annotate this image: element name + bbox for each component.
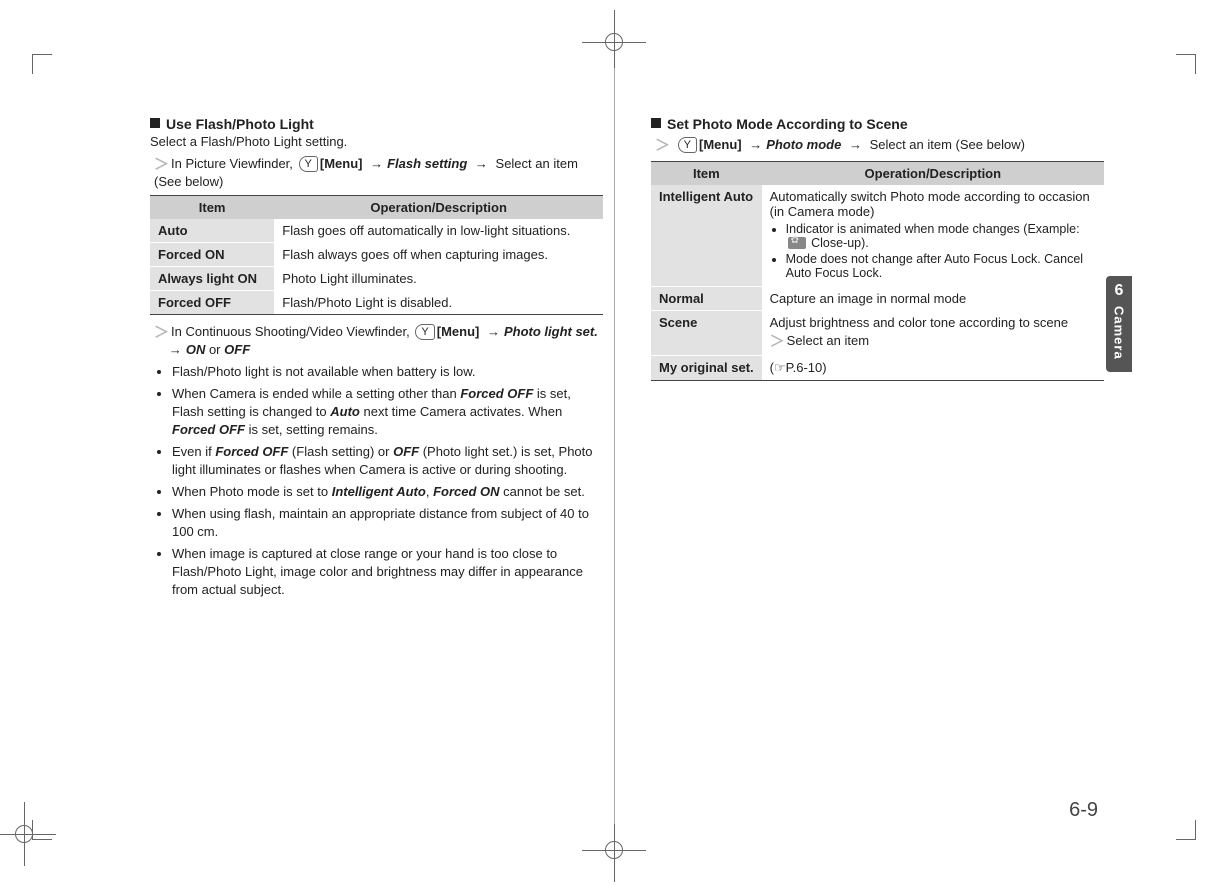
list-item: Even if Forced OFF (Flash setting) or OF… — [172, 443, 603, 479]
step-text: In Picture Viewfinder, — [171, 156, 297, 171]
crop-mark — [1176, 820, 1196, 840]
list-item: Mode does not change after Auto Focus Lo… — [786, 252, 1096, 280]
cell-item: Forced ON — [150, 243, 274, 267]
cell-desc: Automatically switch Photo mode accordin… — [762, 185, 1104, 287]
setting-name: Photo mode — [766, 137, 841, 152]
table-row: My original set. (☞P.6-10) — [651, 356, 1104, 381]
table-row: Always light ONPhoto Light illuminates. — [150, 267, 603, 291]
menu-softkey-icon: Y — [415, 324, 434, 340]
square-bullet-icon — [150, 118, 160, 128]
registration-mark — [2, 812, 46, 856]
cell-item: Intelligent Auto — [651, 185, 762, 287]
cell-desc: (☞P.6-10) — [762, 356, 1104, 381]
menu-label: [Menu] — [437, 324, 480, 339]
arrow-icon: → — [475, 156, 488, 171]
section-heading-photomode: Set Photo Mode According to Scene — [651, 116, 1104, 132]
list-item: Flash/Photo light is not available when … — [172, 363, 603, 381]
crop-mark — [32, 54, 52, 74]
cell-desc: Adjust brightness and color tone accordi… — [762, 311, 1104, 356]
option-on: ON — [186, 342, 206, 357]
arrow-icon: → — [370, 156, 383, 171]
th-desc: Operation/Description — [762, 162, 1104, 186]
cell-item: Always light ON — [150, 267, 274, 291]
photomode-options-table: Item Operation/Description Intelligent A… — [651, 161, 1104, 381]
cell-item: Auto — [150, 219, 274, 243]
menu-softkey-icon: Y — [299, 156, 318, 172]
arrow-icon: → — [749, 137, 762, 152]
list-item: When image is captured at close range or… — [172, 545, 603, 599]
table-row: NormalCapture an image in normal mode — [651, 287, 1104, 311]
list-item: When Camera is ended while a setting oth… — [172, 385, 603, 439]
cell-desc: Photo Light illuminates. — [274, 267, 603, 291]
registration-mark — [592, 20, 636, 64]
th-item: Item — [150, 196, 274, 220]
arrow-icon: → — [169, 342, 182, 357]
cell-item: Scene — [651, 311, 762, 356]
right-column: Set Photo Mode According to Scene ＞ Y[Me… — [651, 116, 1104, 796]
page-number: 6-9 — [1069, 799, 1098, 822]
list-item: Indicator is animated when mode changes … — [786, 222, 1096, 250]
step-line-2: ＞In Continuous Shooting/Video Viewfinder… — [150, 321, 603, 357]
notes-list: Flash/Photo light is not available when … — [150, 363, 603, 599]
step-text: Select an item (See below) — [866, 137, 1025, 152]
reference-hand-icon: ☞ — [774, 360, 786, 375]
cell-item: My original set. — [651, 356, 762, 381]
chapter-label: Camera — [1112, 306, 1127, 360]
menu-label: [Menu] — [320, 156, 363, 171]
table-row: Intelligent Auto Automatically switch Ph… — [651, 185, 1104, 287]
step-text: In Continuous Shooting/Video Viewfinder, — [171, 324, 413, 339]
setting-name: Photo light set. — [504, 324, 598, 339]
step-arrow-icon: ＞ — [154, 153, 169, 174]
step-arrow-icon: ＞ — [655, 134, 670, 155]
cell-desc: Flash goes off automatically in low-ligh… — [274, 219, 603, 243]
content-columns: Use Flash/Photo Light Select a Flash/Pho… — [150, 116, 1104, 796]
list-item: When Photo mode is set to Intelligent Au… — [172, 483, 603, 501]
menu-softkey-icon: Y — [678, 137, 697, 153]
left-column: Use Flash/Photo Light Select a Flash/Pho… — [150, 116, 603, 796]
step-arrow-icon: ＞ — [154, 321, 169, 342]
th-item: Item — [651, 162, 762, 186]
table-row: Scene Adjust brightness and color tone a… — [651, 311, 1104, 356]
registration-mark — [592, 828, 636, 872]
step-line: ＞ Y[Menu] → Photo mode → Select an item (… — [651, 134, 1104, 155]
crop-mark — [1176, 54, 1196, 74]
heading-text: Set Photo Mode According to Scene — [667, 116, 908, 132]
arrow-icon: → — [487, 324, 500, 339]
setting-name: Flash setting — [387, 156, 467, 171]
closeup-mode-icon — [788, 237, 806, 249]
table-row: Forced ONFlash always goes off when capt… — [150, 243, 603, 267]
cell-item: Forced OFF — [150, 291, 274, 315]
step-line-1: ＞In Picture Viewfinder, Y[Menu] → Flash s… — [150, 153, 603, 189]
list-item: When using flash, maintain an appropriat… — [172, 505, 603, 541]
step-text: or — [205, 342, 224, 357]
arrow-icon: → — [849, 137, 862, 152]
flash-options-table: Item Operation/Description AutoFlash goe… — [150, 195, 603, 315]
chapter-number: 6 — [1115, 282, 1124, 300]
th-desc: Operation/Description — [274, 196, 603, 220]
section-heading-flash: Use Flash/Photo Light — [150, 116, 603, 132]
step-arrow-icon: ＞ — [770, 330, 785, 351]
table-row: Forced OFFFlash/Photo Light is disabled. — [150, 291, 603, 315]
cell-item: Normal — [651, 287, 762, 311]
heading-text: Use Flash/Photo Light — [166, 116, 314, 132]
table-row: AutoFlash goes off automatically in low-… — [150, 219, 603, 243]
square-bullet-icon — [651, 118, 661, 128]
option-off: OFF — [224, 342, 250, 357]
cell-desc: Flash/Photo Light is disabled. — [274, 291, 603, 315]
chapter-tab: 6 Camera — [1106, 276, 1132, 372]
menu-label: [Menu] — [699, 137, 742, 152]
section-subtitle: Select a Flash/Photo Light setting. — [150, 134, 603, 149]
cell-desc: Capture an image in normal mode — [762, 287, 1104, 311]
cell-desc: Flash always goes off when capturing ima… — [274, 243, 603, 267]
